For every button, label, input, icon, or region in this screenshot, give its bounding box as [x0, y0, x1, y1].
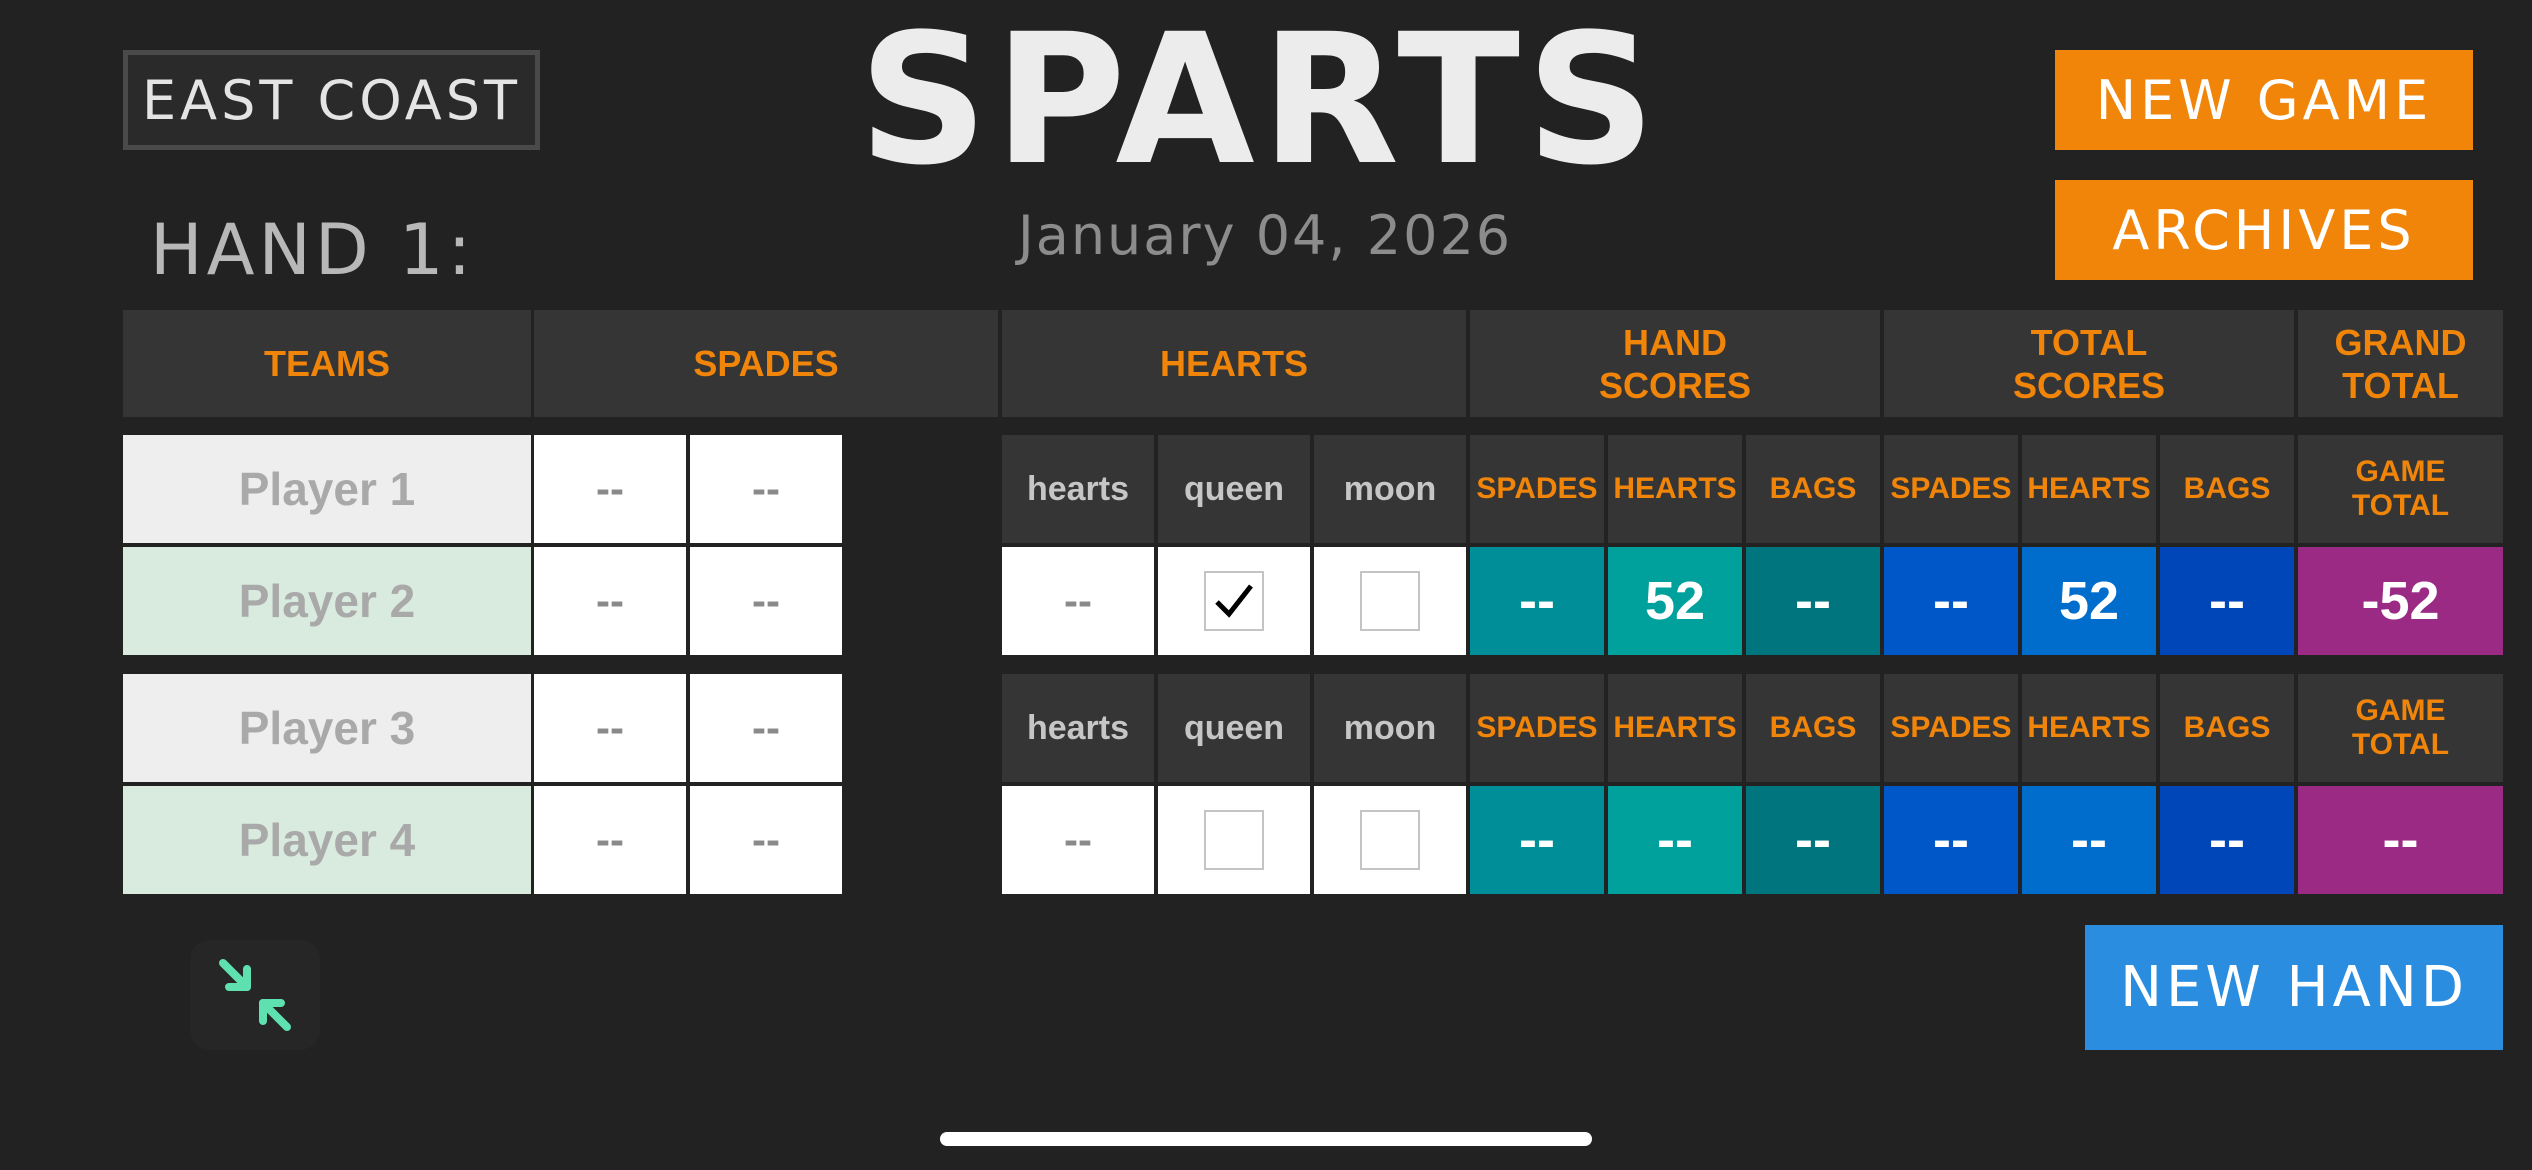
subheader-hand-spades: SPADES [1470, 674, 1604, 782]
subheader-total-hearts: HEARTS [2022, 435, 2156, 543]
tricks-cell[interactable]: -- [690, 674, 842, 782]
subheader-hand-hearts: HEARTS [1608, 674, 1742, 782]
subheader-game-total: GAME TOTAL [2298, 435, 2503, 543]
queen-checkbox[interactable] [1204, 571, 1264, 631]
player-name[interactable]: Player 3 [123, 674, 531, 782]
hand-bags-score: -- [1746, 547, 1880, 655]
queen-cell [1158, 786, 1310, 894]
app-title: SPARTS [858, 0, 1662, 205]
total-bags-score: -- [2160, 547, 2294, 655]
queen-cell [1158, 547, 1310, 655]
header-teams: TEAMS [123, 310, 531, 417]
bid-cell[interactable]: -- [534, 435, 686, 543]
new-game-button[interactable]: NEW GAME [2055, 50, 2473, 150]
subheader-hand-bags: BAGS [1746, 674, 1880, 782]
subheader-total-bags: BAGS [2160, 435, 2294, 543]
hand-hearts-score: 52 [1608, 547, 1742, 655]
hand-spades-score: -- [1470, 547, 1604, 655]
header-spades: SPADES [534, 310, 998, 417]
home-indicator[interactable] [940, 1132, 1592, 1146]
tricks-cell[interactable]: -- [690, 786, 842, 894]
subheader-hearts: hearts [1002, 435, 1154, 543]
tricks-cell[interactable]: -- [690, 547, 842, 655]
bid-cell[interactable]: -- [534, 786, 686, 894]
hand-spades-score: -- [1470, 786, 1604, 894]
queen-checkbox[interactable] [1204, 810, 1264, 870]
hearts-taken-cell[interactable]: -- [1002, 786, 1154, 894]
header-hand-scores: HAND SCORES [1470, 310, 1880, 417]
tricks-cell[interactable]: -- [690, 435, 842, 543]
subheader-hand-bags: BAGS [1746, 435, 1880, 543]
checkmark-icon [1215, 584, 1253, 618]
new-hand-button[interactable]: NEW HAND [2085, 925, 2503, 1050]
total-hearts-score: -- [2022, 786, 2156, 894]
total-spades-score: -- [1884, 547, 2018, 655]
subheader-queen: queen [1158, 674, 1310, 782]
moon-cell [1314, 786, 1466, 894]
moon-cell [1314, 547, 1466, 655]
subheader-total-spades: SPADES [1884, 435, 2018, 543]
header-total-scores: TOTAL SCORES [1884, 310, 2294, 417]
bid-cell[interactable]: -- [534, 547, 686, 655]
collapse-button[interactable] [190, 940, 320, 1050]
total-spades-score: -- [1884, 786, 2018, 894]
total-bags-score: -- [2160, 786, 2294, 894]
moon-checkbox[interactable] [1360, 571, 1420, 631]
subheader-hand-spades: SPADES [1470, 435, 1604, 543]
hand-bags-score: -- [1746, 786, 1880, 894]
subheader-total-bags: BAGS [2160, 674, 2294, 782]
collapse-arrows-icon [219, 959, 291, 1031]
hand-label: HAND 1: [150, 209, 476, 291]
total-hearts-score: 52 [2022, 547, 2156, 655]
subheader-hearts: hearts [1002, 674, 1154, 782]
subheader-total-hearts: HEARTS [2022, 674, 2156, 782]
game-total-score: -- [2298, 786, 2503, 894]
player-name[interactable]: Player 2 [123, 547, 531, 655]
player-name[interactable]: Player 4 [123, 786, 531, 894]
region-button[interactable]: EAST COAST [123, 50, 540, 150]
subheader-moon: moon [1314, 674, 1466, 782]
subheader-moon: moon [1314, 435, 1466, 543]
moon-checkbox[interactable] [1360, 810, 1420, 870]
subheader-queen: queen [1158, 435, 1310, 543]
bid-cell[interactable]: -- [534, 674, 686, 782]
subheader-total-spades: SPADES [1884, 674, 2018, 782]
subheader-game-total: GAME TOTAL [2298, 674, 2503, 782]
hand-hearts-score: -- [1608, 786, 1742, 894]
archives-button[interactable]: ARCHIVES [2055, 180, 2473, 280]
date-label: January 04, 2026 [1017, 203, 1513, 267]
game-total-score: -52 [2298, 547, 2503, 655]
player-name[interactable]: Player 1 [123, 435, 531, 543]
header-grand-total: GRAND TOTAL [2298, 310, 2503, 417]
hearts-taken-cell[interactable]: -- [1002, 547, 1154, 655]
header-hearts: HEARTS [1002, 310, 1466, 417]
subheader-hand-hearts: HEARTS [1608, 435, 1742, 543]
